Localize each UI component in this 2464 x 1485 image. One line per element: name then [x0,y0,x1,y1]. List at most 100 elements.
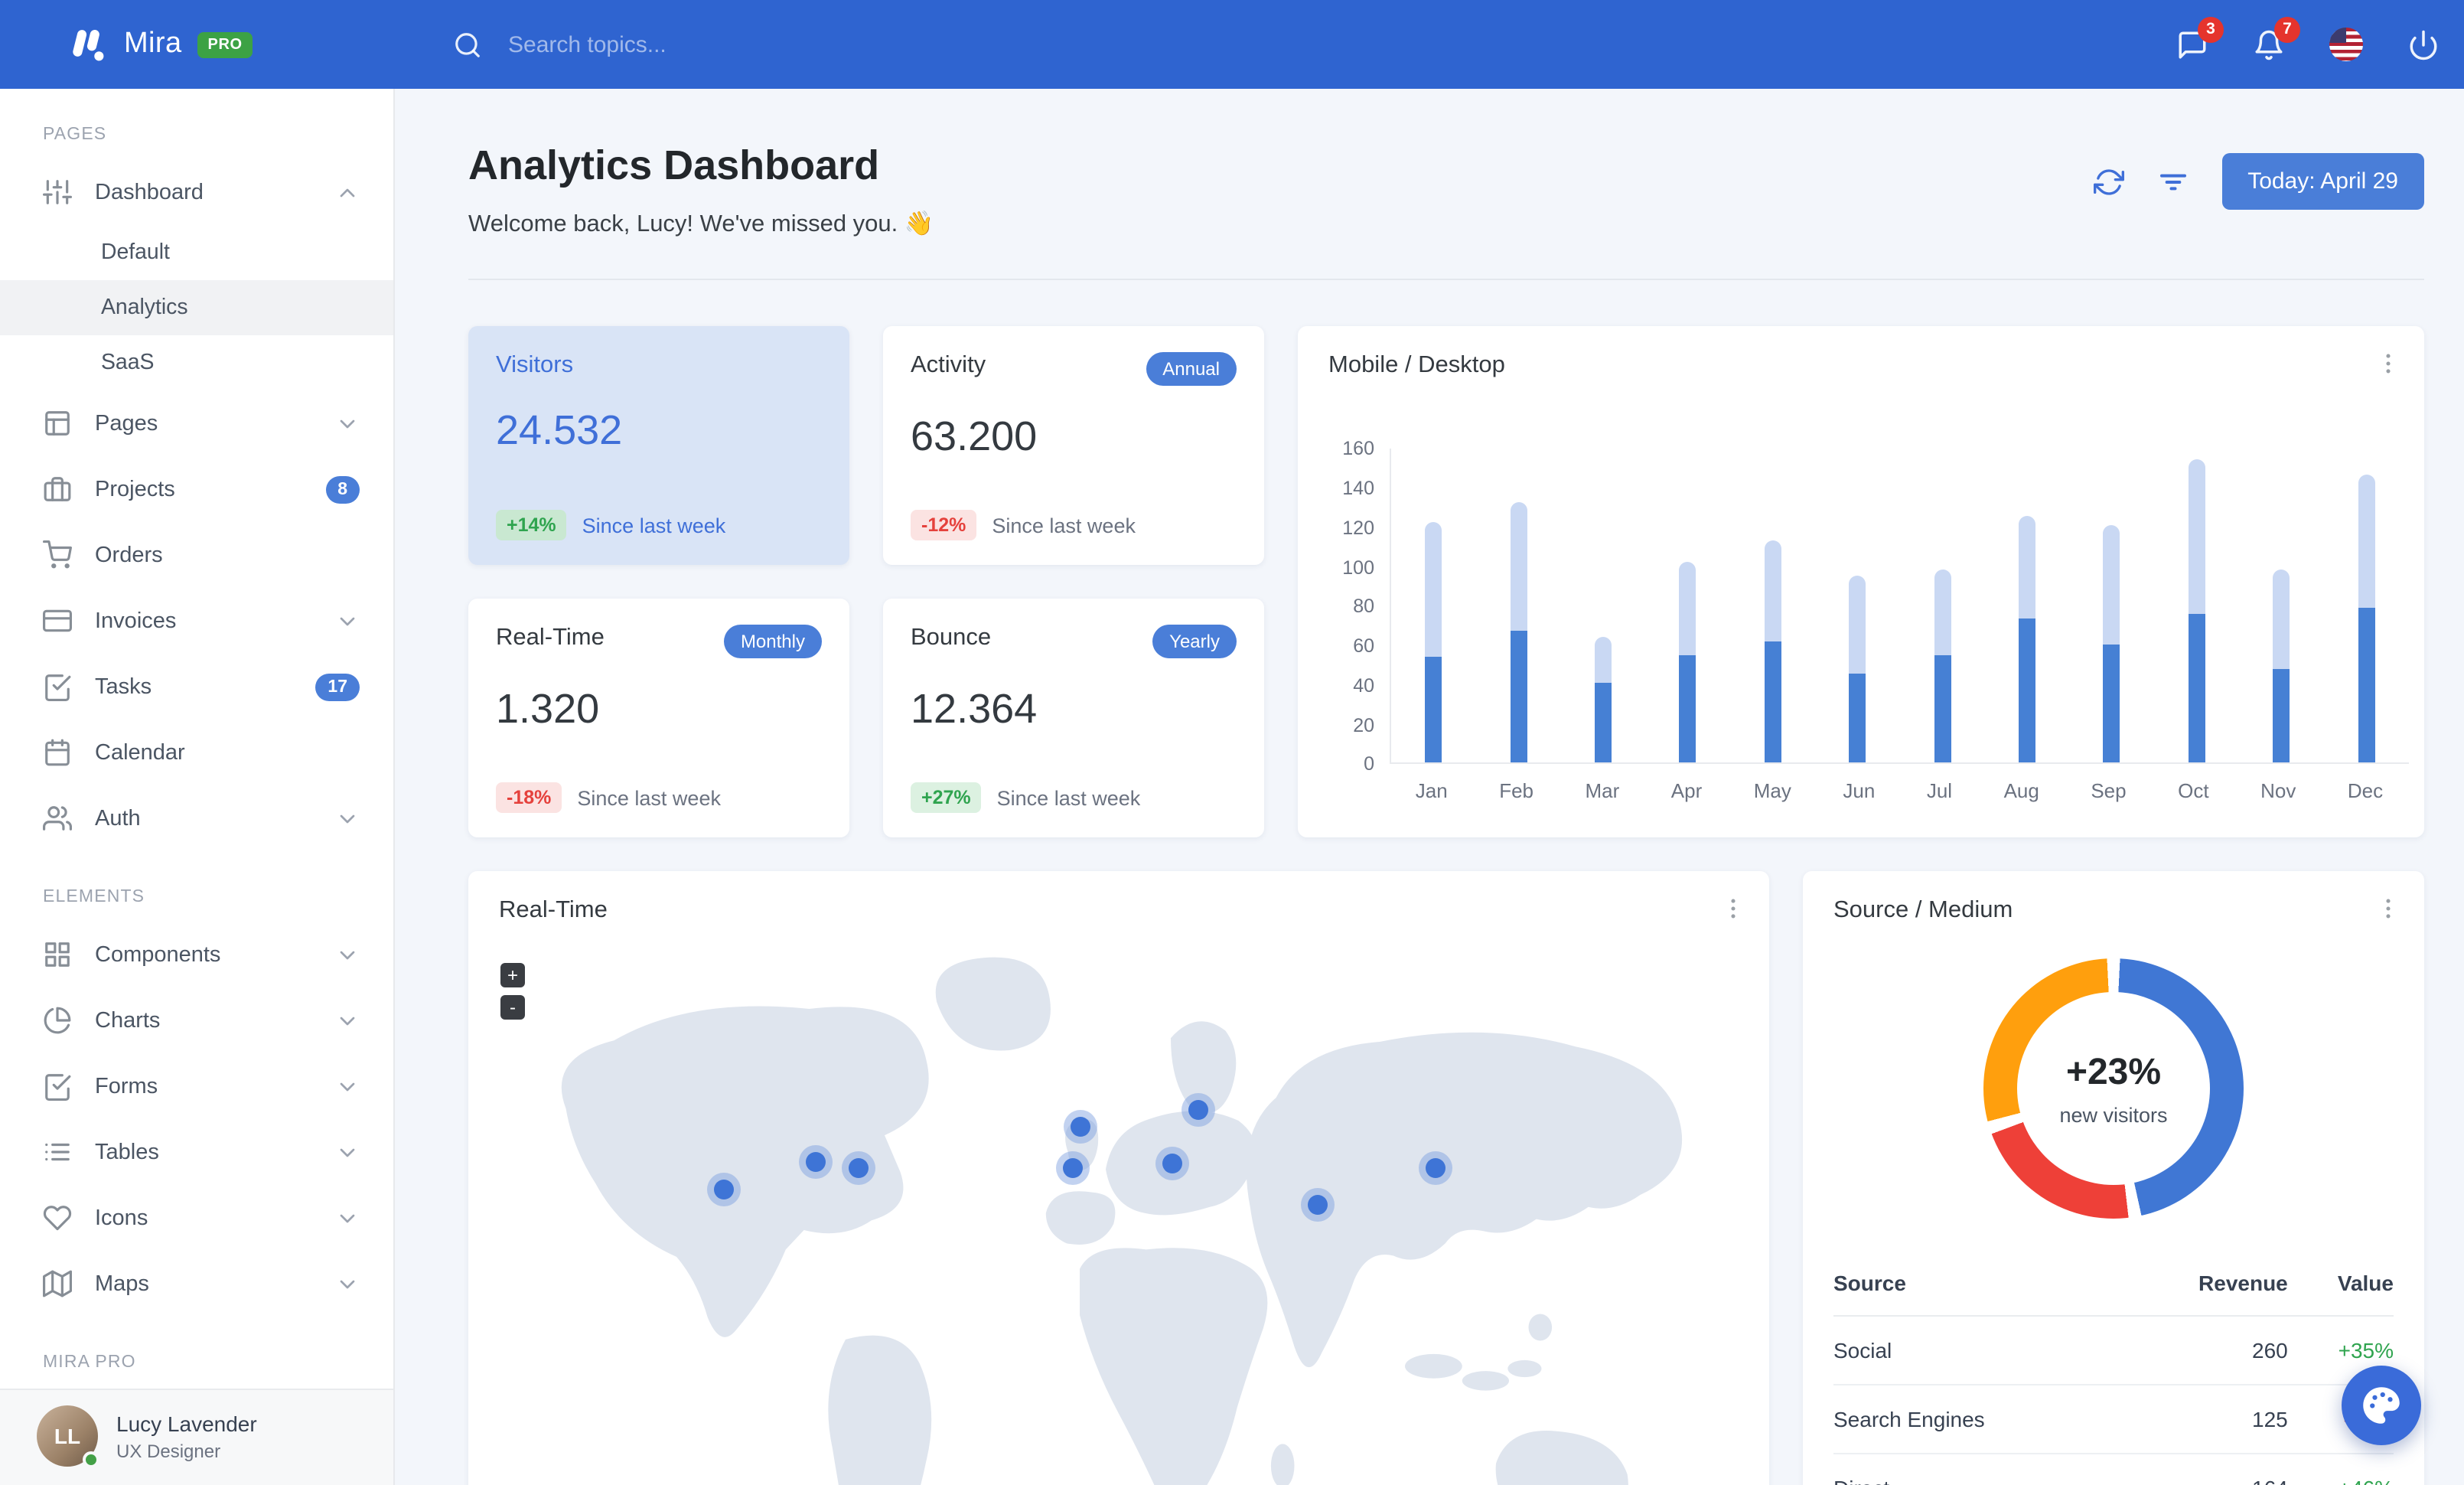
sidebar-item-invoices[interactable]: Invoices [0,588,393,654]
logout-button[interactable] [2407,28,2440,60]
chevron-down-icon [335,942,360,967]
bar-segment-dark [1764,641,1781,763]
map-marker [1162,1154,1182,1174]
sidebar-item-auth[interactable]: Auth [0,785,393,851]
header-actions: Today: April 29 [2093,153,2424,210]
power-icon [2407,28,2440,60]
projects-badge: 8 [325,475,360,503]
main-content: Analytics Dashboard Welcome back, Lucy! … [395,89,2464,1485]
y-axis-tick: 0 [1364,753,1374,775]
realtime-delta: -18% [496,782,562,814]
bar-segment-light [1595,637,1612,683]
sidebar-item-tables[interactable]: Tables [0,1119,393,1185]
bar-segment-light [1764,540,1781,641]
sidebar-label-tables: Tables [95,1140,159,1164]
briefcase-icon [43,475,72,504]
bar-apr [1679,449,1696,763]
heart-icon [43,1203,72,1232]
activity-title: Activity [911,352,986,379]
activity-period-pill[interactable]: Annual [1146,352,1237,387]
realtime-caption: Since last week [577,786,721,810]
search-icon [453,30,482,59]
sidebar-user[interactable]: LL Lucy Lavender UX Designer [0,1389,393,1485]
source-table: Source Revenue Value Social 260 +35% Search… [1833,1255,2394,1485]
sidebar-label-calendar: Calendar [95,740,185,765]
bar-mar [1595,449,1612,763]
shopping-cart-icon [43,540,72,570]
lower-grid: Real-Time + - Source / Medium +23% new v… [468,871,2424,1485]
source-table-body: Social260+35%Search Engines125-12%Direct… [1833,1316,2394,1485]
sidebar-item-forms[interactable]: Forms [0,1053,393,1119]
sidebar-section-elements: ELEMENTS [43,888,145,906]
zoom-out-button[interactable]: - [500,995,525,1020]
x-axis-tick: Jul [1926,779,1953,803]
y-axis-tick: 20 [1353,714,1374,736]
bounce-card: Bounce Yearly 12.364 +27% Since last wee… [883,599,1264,838]
calendar-icon [43,738,72,767]
y-axis-tick: 120 [1342,517,1374,539]
bounce-delta: +27% [911,782,982,814]
pro-badge: PRO [197,31,253,57]
sidebar-item-dashboard[interactable]: Dashboard [0,159,393,225]
brand[interactable]: Mira PRO [0,24,395,65]
zoom-in-button[interactable]: + [500,963,525,988]
activity-caption: Since last week [992,514,1136,537]
sidebar-item-pages[interactable]: Pages [0,390,393,456]
x-axis-tick: Dec [2347,779,2384,803]
search-input[interactable] [505,30,964,59]
navbar-icons: 3 7 [2176,16,2464,61]
bar-jan [1425,449,1442,763]
sidebar-item-tasks[interactable]: Tasks 17 [0,654,393,720]
visitors-card[interactable]: Visitors 24.532 +14% Since last week [468,326,849,566]
sidebar-item-calendar[interactable]: Calendar [0,720,393,785]
chevron-up-icon [335,180,360,204]
bar-segment-light [1849,576,1866,674]
kebab-menu-icon[interactable] [2375,896,2401,922]
y-axis-tick: 160 [1342,438,1374,460]
sidebar-item-components[interactable]: Components [0,922,393,987]
date-button[interactable]: Today: April 29 [2221,153,2424,210]
map-marker [714,1179,735,1199]
col-revenue: Revenue [2119,1255,2288,1317]
sidebar-item-analytics[interactable]: Analytics [0,280,393,335]
check-square-icon [43,672,72,701]
bar-aug [2019,449,2036,763]
donut-center-label: +23% [2065,1051,2162,1093]
kebab-menu-icon[interactable] [2375,351,2401,377]
sidebar-item-maps[interactable]: Maps [0,1251,393,1317]
col-source: Source [1833,1255,2120,1317]
avatar-initials: LL [54,1424,81,1448]
x-axis-tick: Jun [1843,779,1876,803]
language-button[interactable] [2329,28,2363,61]
tasks-badge: 17 [315,673,360,700]
online-status-dot [83,1451,99,1468]
page-title: Analytics Dashboard [468,142,880,188]
activity-delta: -12% [911,510,977,541]
sidebar-item-default[interactable]: Default [0,225,393,280]
sidebar-item-charts[interactable]: Charts [0,987,393,1053]
bounce-period-pill[interactable]: Yearly [1152,625,1237,659]
realtime-period-pill[interactable]: Monthly [723,625,822,659]
filter-button[interactable] [2157,166,2188,197]
chevron-down-icon [335,1008,360,1033]
x-axis-tick: Feb [1499,779,1533,803]
check-square-icon [43,1072,72,1101]
notifications-button[interactable]: 7 [2253,16,2300,60]
messages-button[interactable]: 3 [2176,16,2224,60]
refresh-button[interactable] [2093,166,2124,197]
bar-segment-dark [2358,607,2375,763]
col-value: Value [2287,1255,2394,1317]
chart-title: Mobile / Desktop [1328,352,1505,379]
sliders-icon [43,178,72,207]
grid-icon [43,940,72,969]
sidebar-item-saas[interactable]: SaaS [0,335,393,390]
theme-settings-fab[interactable] [2342,1366,2421,1445]
bar-may [1764,449,1781,763]
sidebar-item-orders[interactable]: Orders [0,522,393,588]
sidebar-item-icons[interactable]: Icons [0,1185,393,1251]
bar-segment-light [1679,562,1696,655]
realtime-card: Real-Time Monthly 1.320 -18% Since last … [468,599,849,838]
bounce-title: Bounce [911,625,992,651]
palette-icon [2358,1382,2404,1428]
sidebar-item-projects[interactable]: Projects 8 [0,456,393,522]
